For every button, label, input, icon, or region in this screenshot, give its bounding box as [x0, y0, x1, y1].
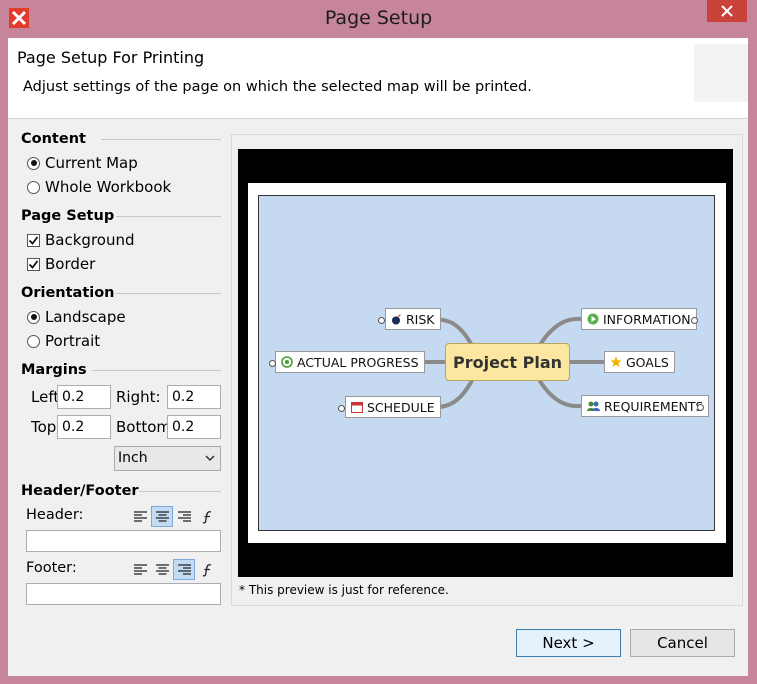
- collapse-dot: [269, 360, 276, 367]
- close-icon: [721, 5, 733, 17]
- calendar-icon: [351, 402, 363, 413]
- topic-schedule: SCHEDULE: [345, 396, 441, 418]
- people-icon: [587, 401, 600, 411]
- topic-requirements-label: REQUIREMENTS: [604, 398, 704, 414]
- collapse-dot: [697, 404, 704, 411]
- preview-note: * This preview is just for reference.: [239, 583, 449, 597]
- star-icon: [610, 356, 622, 367]
- topic-risk: RISK: [385, 308, 441, 330]
- close-button[interactable]: [707, 0, 747, 22]
- topic-requirements: REQUIREMENTS: [581, 395, 710, 417]
- map-branch-lines: [411, 316, 604, 410]
- title-bar[interactable]: Page Setup: [0, 0, 757, 38]
- cancel-button[interactable]: Cancel: [630, 629, 735, 657]
- topic-information: INFORMATION: [581, 308, 697, 330]
- topic-risk-label: RISK: [406, 311, 435, 327]
- collapse-dot: [691, 317, 698, 324]
- window-title: Page Setup: [324, 7, 433, 29]
- topic-schedule-label: SCHEDULE: [367, 399, 435, 415]
- topic-information-label: INFORMATION: [603, 311, 691, 327]
- play-icon: [587, 313, 599, 325]
- topic-actual-progress: ACTUAL PROGRESS: [275, 351, 425, 373]
- progress-icon: [281, 356, 293, 368]
- dialog-client: Page Setup For Printing Adjust settings …: [8, 38, 748, 676]
- collapse-dot: [378, 317, 385, 324]
- topic-goals-label: GOALS: [626, 354, 669, 370]
- topic-goals: GOALS: [604, 351, 675, 373]
- collapse-dot: [338, 405, 345, 412]
- central-topic: Project Plan: [445, 343, 570, 381]
- topic-actual-progress-label: ACTUAL PROGRESS: [297, 354, 419, 370]
- bomb-icon: [392, 313, 401, 324]
- next-button[interactable]: Next >: [516, 629, 621, 657]
